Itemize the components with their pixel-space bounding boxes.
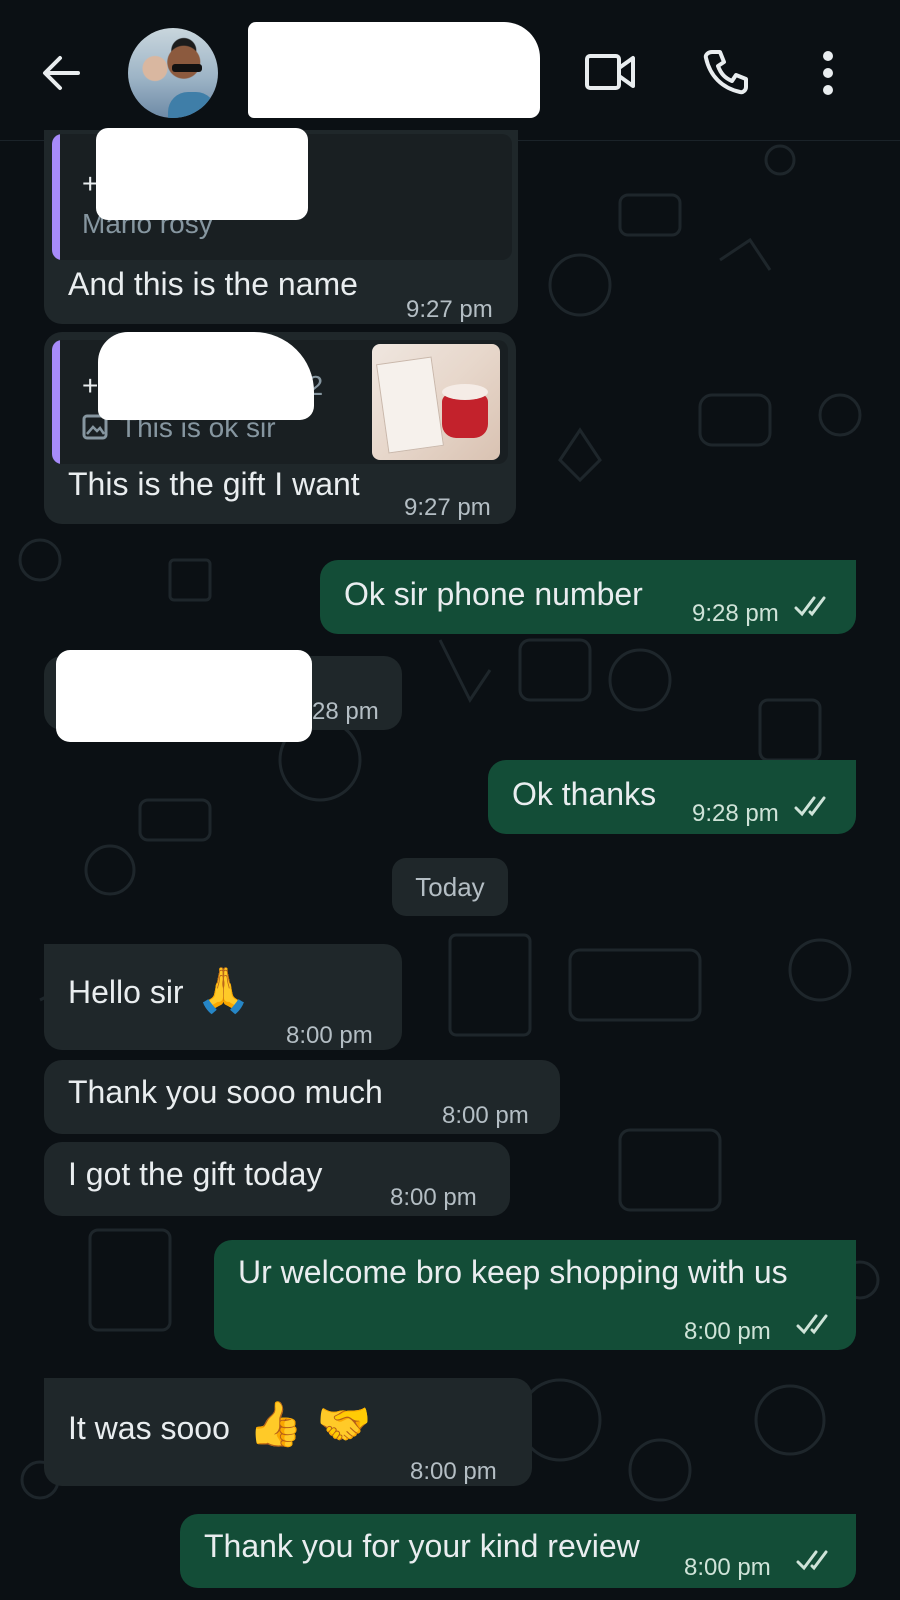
message-time: 9:28 pm (692, 800, 779, 827)
chat-header (0, 0, 900, 141)
redacted-message-text (56, 650, 312, 742)
message-time: 9:27 pm (406, 296, 493, 323)
quoted-image-thumbnail[interactable] (372, 344, 500, 460)
thumbnail-card (376, 356, 444, 454)
message-bubble-incoming[interactable]: I got the gift today 8:00 pm (44, 1142, 510, 1216)
redacted-contact-name[interactable] (248, 22, 540, 118)
message-bubble-outgoing[interactable]: Ok sir phone number 9:28 pm (320, 560, 856, 634)
thumbnail-cake-top (442, 384, 488, 400)
message-text: Ur welcome bro keep shopping with us (238, 1254, 788, 1290)
message-time: 8:00 pm (390, 1184, 477, 1211)
message-bubble-outgoing[interactable]: Ur welcome bro keep shopping with us 8:0… (214, 1240, 856, 1350)
message-bubble-incoming[interactable]: Hello sir 🙏 8:00 pm (44, 944, 402, 1050)
quote-sender: + (82, 370, 99, 401)
date-separator: Today (392, 858, 508, 916)
message-bubble-outgoing[interactable]: Ok thanks 9:28 pm (488, 760, 856, 834)
message-text: Ok thanks (512, 776, 657, 812)
quote-accent-bar (52, 340, 60, 464)
thumbnail-cake (442, 394, 488, 438)
message-text: I got the gift today (68, 1156, 323, 1192)
message-text: Hello sir (68, 974, 184, 1010)
quote-accent-bar (52, 134, 60, 260)
video-call-icon[interactable] (584, 50, 636, 94)
message-bubble-outgoing[interactable]: Thank you for your kind review 8:00 pm (180, 1514, 856, 1588)
thumbs-up-handshake-emoji: 👍 🤝 (248, 1399, 372, 1450)
message-bubble-incoming[interactable]: Thank you sooo much 8:00 pm (44, 1060, 560, 1134)
message-time: 9:28 pm (692, 600, 779, 627)
avatar-sunglasses (172, 64, 202, 72)
redacted-quote-sender (96, 128, 308, 220)
message-time: 8:00 pm (684, 1318, 771, 1345)
message-time: 9:27 pm (404, 494, 491, 521)
message-text: And this is the name (68, 266, 358, 302)
message-text: Thank you sooo much (68, 1074, 383, 1110)
message-text: Ok sir phone number (344, 576, 643, 612)
avatar-shirt (168, 92, 216, 118)
read-receipt-icon (794, 796, 826, 817)
read-receipt-icon (796, 1314, 828, 1335)
avatar[interactable] (128, 28, 218, 118)
message-bubble-incoming[interactable]: It was sooo 👍 🤝 8:00 pm (44, 1378, 532, 1486)
message-text: This is the gift I want (68, 466, 360, 502)
phone-icon[interactable] (702, 48, 750, 96)
arrow-left-icon[interactable] (38, 50, 84, 96)
more-vertical-icon[interactable] (816, 50, 840, 96)
message-time: 8:00 pm (442, 1102, 529, 1129)
message-time: 8:00 pm (410, 1458, 497, 1485)
message-text: Thank you for your kind review (204, 1528, 640, 1564)
read-receipt-icon (796, 1550, 828, 1571)
message-text: It was sooo (68, 1410, 230, 1446)
message-time: 8:00 pm (684, 1554, 771, 1581)
praying-hands-emoji: 🙏 (196, 965, 251, 1016)
read-receipt-icon (794, 596, 826, 617)
message-time: 8:00 pm (286, 1022, 373, 1049)
message-time: 28 pm (312, 698, 379, 725)
redacted-quote-sender (98, 332, 314, 420)
